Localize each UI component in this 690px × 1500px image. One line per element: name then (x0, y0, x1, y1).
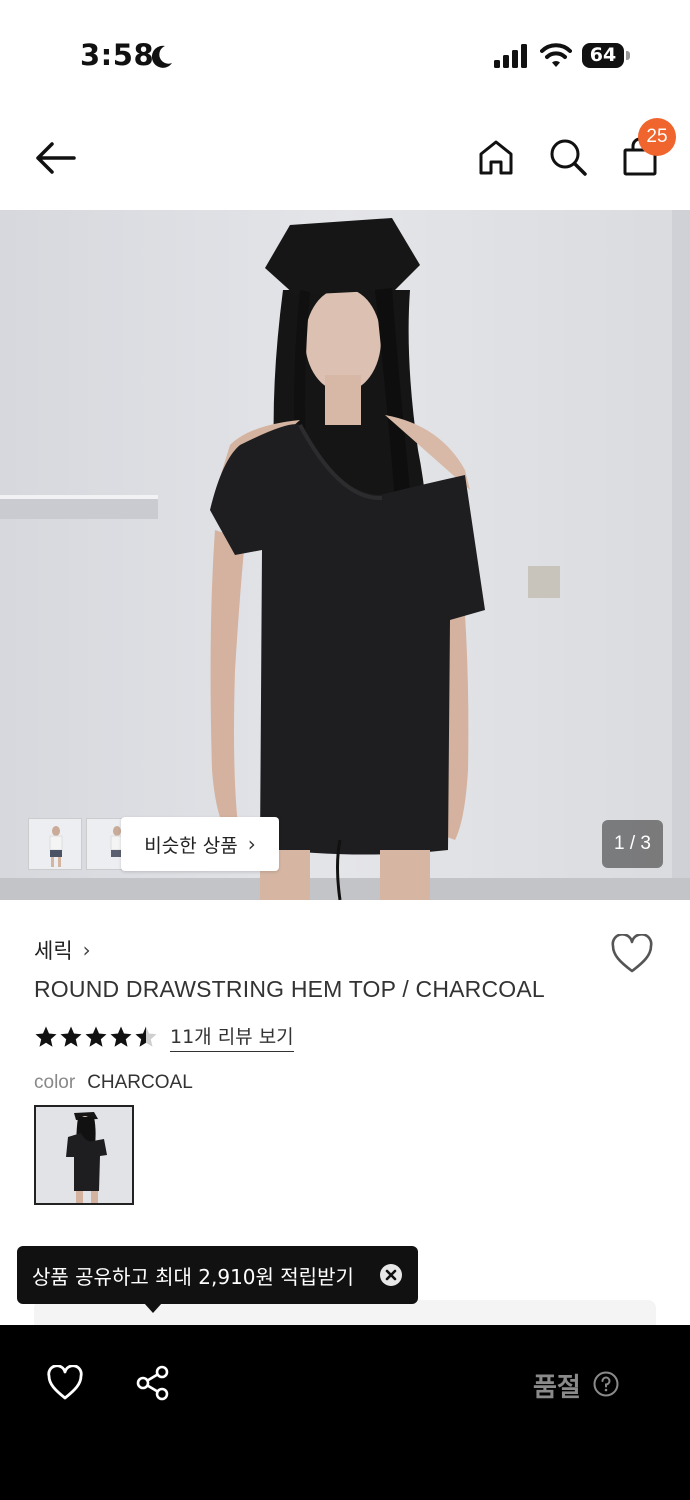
star-full-icon (85, 1026, 107, 1047)
similar-products-button[interactable]: 비슷한 상품 › (121, 817, 279, 871)
wifi-icon (540, 43, 572, 67)
battery-level: 64 (582, 43, 624, 68)
chevron-right-icon: › (247, 832, 256, 856)
thumbnail-image[interactable] (28, 818, 82, 870)
status-time: 3:58 (80, 38, 155, 72)
product-image-gallery[interactable]: 비슷한 상품 › 1 / 3 (0, 210, 690, 900)
heart-icon[interactable] (610, 934, 654, 974)
star-half-icon (135, 1026, 157, 1047)
bottom-action-bar: 품절 (0, 1325, 690, 1500)
brand-name: 세릭 (34, 939, 73, 963)
rating-row: 11개 리뷰 보기 (34, 1022, 294, 1052)
image-page-counter: 1 / 3 (602, 820, 663, 868)
review-link[interactable]: 11개 리뷰 보기 (170, 1022, 294, 1052)
color-label: color (34, 1072, 76, 1093)
sold-out-label: 품절 (533, 1373, 581, 1403)
search-icon[interactable] (548, 137, 588, 177)
color-option-swatch[interactable] (34, 1105, 134, 1205)
similar-products-label: 비슷한 상품 (144, 834, 238, 857)
tooltip-arrow (144, 1303, 162, 1313)
back-arrow-icon[interactable] (34, 140, 76, 176)
rating-stars (34, 1025, 158, 1049)
share-icon[interactable] (135, 1365, 171, 1401)
close-icon[interactable] (380, 1264, 402, 1286)
cellular-signal-icon (494, 44, 527, 68)
star-full-icon (110, 1026, 132, 1047)
brand-link[interactable]: 세릭 › (34, 935, 91, 965)
moon-icon (151, 45, 172, 68)
color-row: color CHARCOAL (34, 1072, 193, 1094)
help-icon[interactable] (593, 1371, 619, 1397)
star-full-icon (60, 1026, 82, 1047)
product-photo (0, 210, 690, 900)
home-icon[interactable] (476, 137, 516, 177)
chevron-right-icon: › (82, 938, 91, 962)
top-navigation: 25 (0, 110, 690, 210)
share-reward-tooltip: 상품 공유하고 최대 2,910원 적립받기 (17, 1246, 418, 1304)
heart-icon[interactable] (46, 1365, 84, 1401)
star-full-icon (35, 1026, 57, 1047)
tooltip-text: 상품 공유하고 최대 2,910원 적립받기 (32, 1264, 354, 1289)
product-title: ROUND DRAWSTRING HEM TOP / CHARCOAL (34, 976, 545, 1002)
color-value: CHARCOAL (87, 1072, 193, 1093)
battery-cap (626, 51, 630, 60)
status-bar: 3:58 64 (0, 0, 690, 110)
cart-count-badge: 25 (638, 118, 676, 156)
